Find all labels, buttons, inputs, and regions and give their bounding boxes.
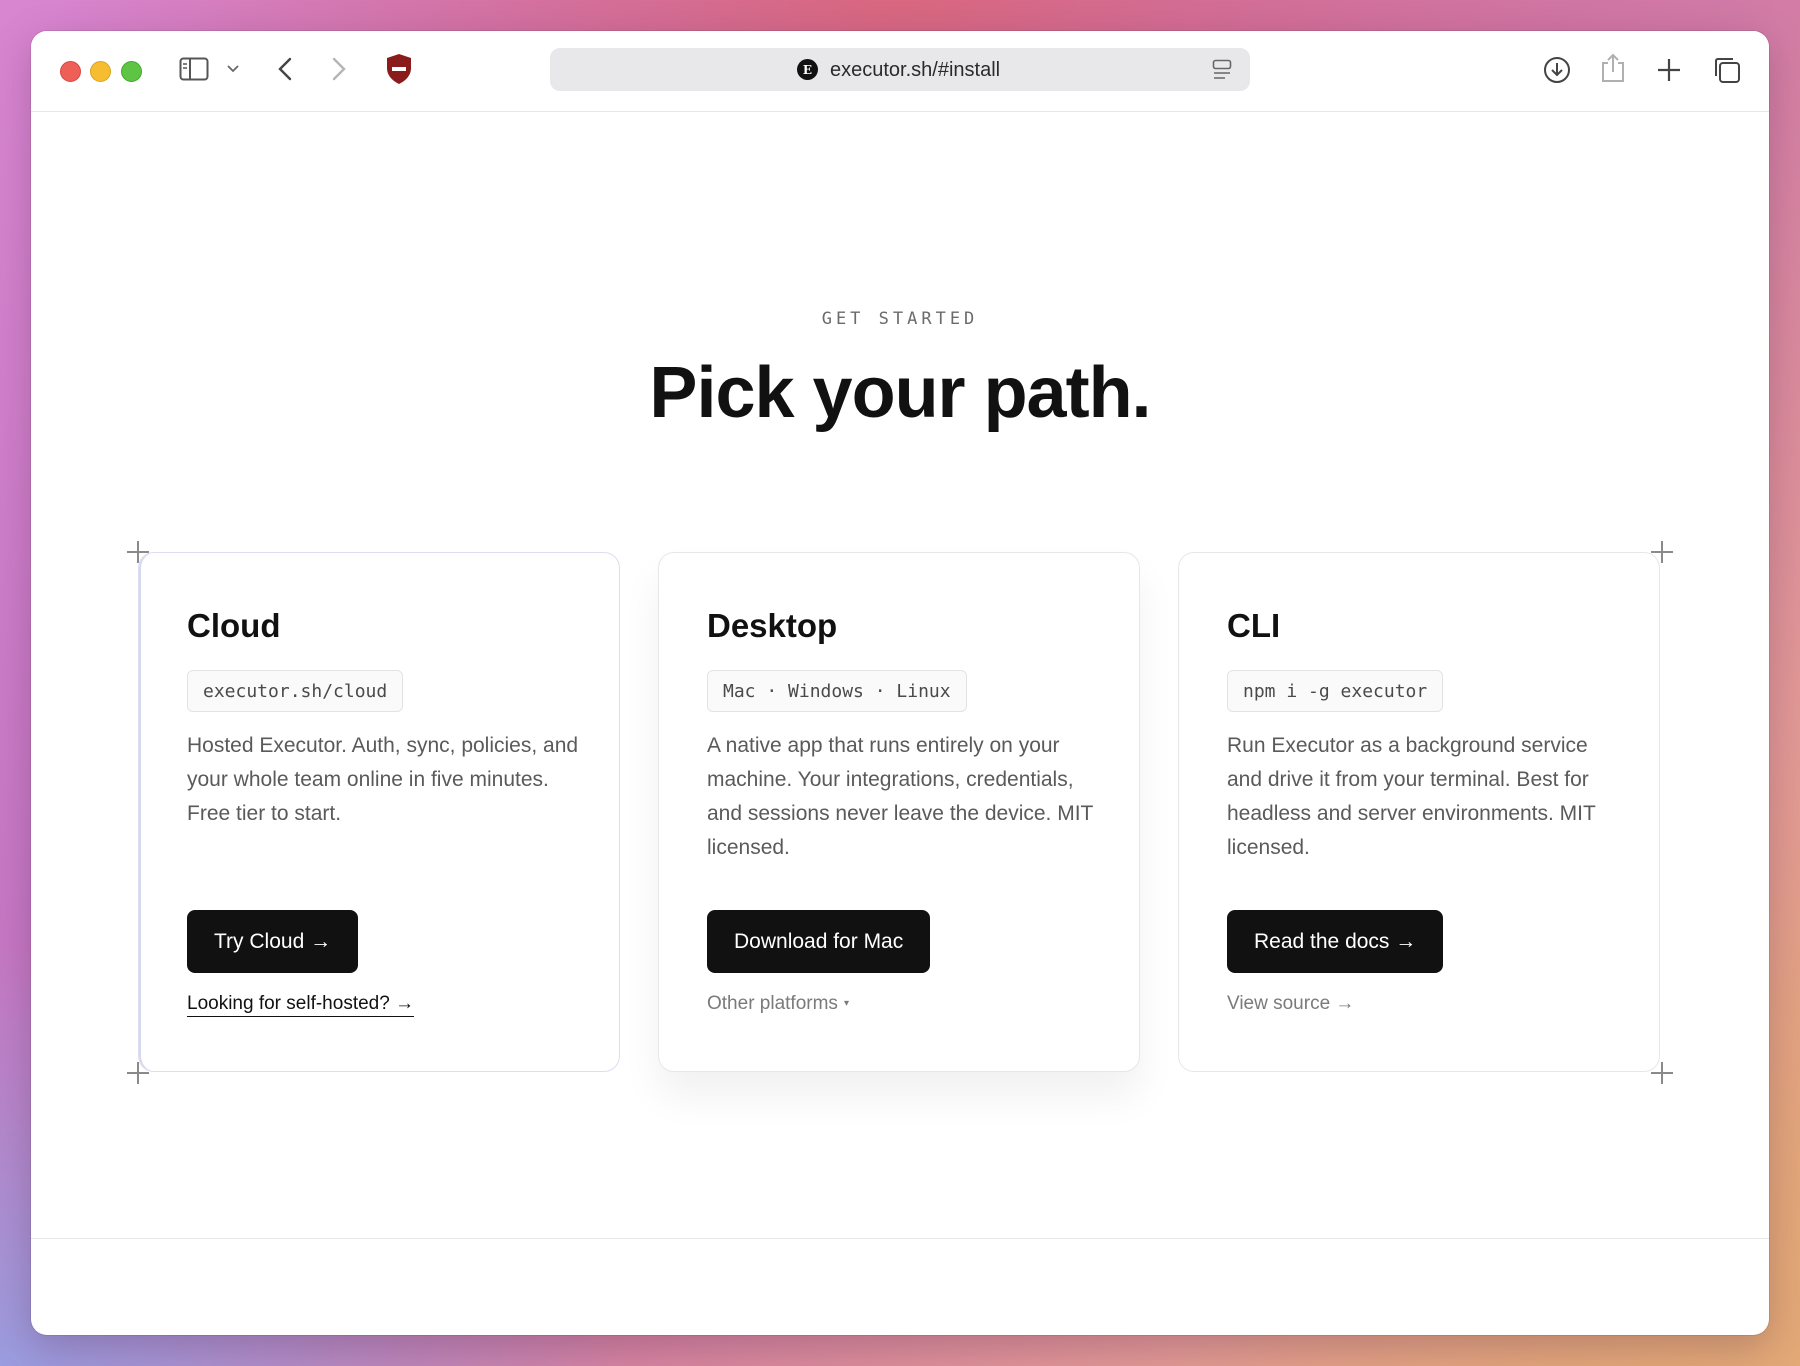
try-cloud-button[interactable]: Try Cloud → (187, 910, 359, 973)
minimize-window-button[interactable] (90, 61, 111, 82)
browser-toolbar: E executor.sh/#install (31, 31, 1769, 112)
code-chip: executor.sh/cloud (187, 670, 404, 712)
zoom-window-button[interactable] (121, 61, 142, 82)
share-icon[interactable] (1601, 53, 1625, 83)
cloud-card: Cloud executor.sh/cloud Hosted Executor.… (138, 552, 620, 1072)
close-window-button[interactable] (60, 61, 81, 82)
desktop-card: Desktop Mac · Windows · Linux A native a… (658, 552, 1140, 1072)
browser-window: E executor.sh/#install GET STARTED Pick … (31, 31, 1769, 1335)
download-icon[interactable] (1543, 56, 1571, 84)
page-title: Pick your path. (649, 353, 1151, 433)
section-eyebrow: GET STARTED (821, 309, 979, 329)
reader-icon[interactable] (1212, 59, 1232, 86)
cli-card: CLI npm i -g executor Run Executor as a … (1178, 552, 1660, 1072)
forward-icon[interactable] (332, 57, 346, 81)
chevron-down-icon[interactable] (227, 65, 239, 73)
new-tab-icon[interactable] (1657, 58, 1681, 82)
read-the-docs-button[interactable]: Read the docs → (1227, 910, 1444, 973)
address-bar[interactable]: E executor.sh/#install (550, 48, 1250, 91)
site-favicon: E (797, 59, 818, 80)
card-title: CLI (1227, 607, 1281, 644)
platforms-chip: Mac · Windows · Linux (707, 670, 967, 712)
view-source-link[interactable]: View source → (1227, 993, 1354, 1015)
card-description: A native app that runs entirely on your … (707, 734, 1093, 859)
install-command-chip: npm i -g executor (1227, 670, 1444, 712)
self-hosted-link[interactable]: Looking for self-hosted? → (187, 993, 415, 1017)
caret-down-icon: ▾ (843, 998, 849, 1010)
download-for-mac-button[interactable]: Download for Mac (707, 910, 931, 973)
page-content: GET STARTED Pick your path. Cloud execut… (31, 112, 1769, 1232)
back-icon[interactable] (278, 57, 292, 81)
card-title: Cloud (187, 607, 281, 644)
card-description: Run Executor as a background service and… (1227, 734, 1596, 859)
url-text[interactable]: executor.sh/#install (830, 59, 1000, 82)
shield-icon[interactable] (385, 53, 413, 85)
other-platforms-dropdown[interactable]: Other platforms ▾ (707, 993, 849, 1015)
card-description: Hosted Executor. Auth, sync, policies, a… (187, 734, 579, 825)
sidebar-icon[interactable] (179, 57, 209, 81)
footer-divider (31, 1238, 1769, 1239)
card-title: Desktop (707, 607, 838, 644)
tab-overview-icon[interactable] (1713, 56, 1741, 84)
other-platforms-label: Other platforms (707, 993, 838, 1014)
